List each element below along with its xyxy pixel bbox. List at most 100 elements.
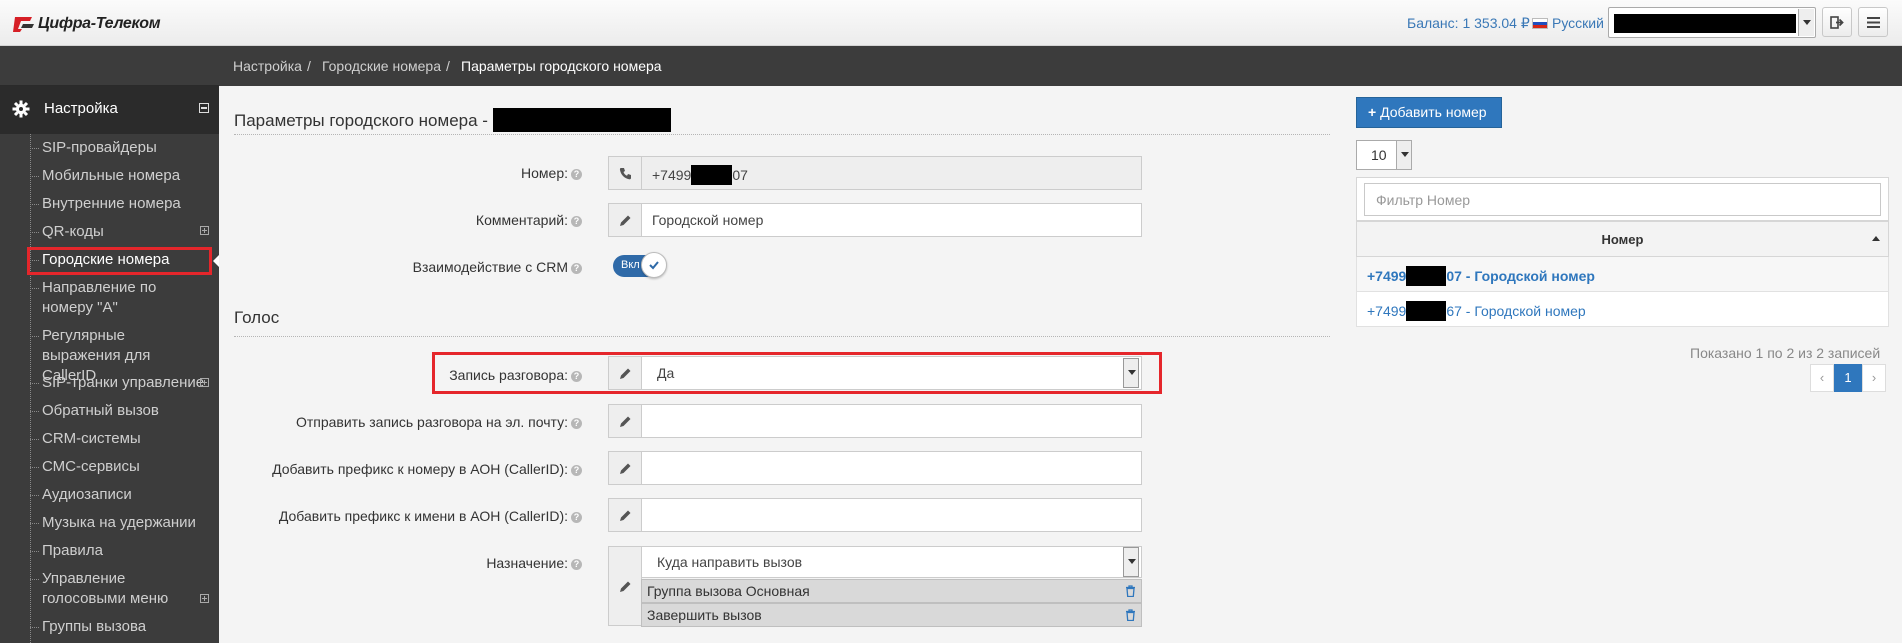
sidebar-item-crm-systems[interactable]: CRM-системы (30, 429, 207, 449)
page-size-select[interactable]: 10 (1356, 140, 1412, 170)
highlight-box (27, 247, 212, 275)
destination-item: Группа вызова Основная (641, 579, 1142, 603)
redacted-number (492, 108, 671, 132)
hamburger-icon (1867, 17, 1880, 28)
sidebar-top (0, 46, 219, 86)
pagination-next[interactable]: › (1862, 364, 1886, 392)
chevron-down-icon[interactable] (1123, 547, 1139, 577)
sidebar-item-routing-by-a[interactable]: Направление по номеру "А" (30, 278, 207, 318)
breadcrumb-separator: / (446, 58, 450, 74)
breadcrumb-settings[interactable]: Настройка (233, 58, 302, 74)
edit-addon (608, 546, 642, 626)
pencil-icon (620, 416, 631, 427)
logo-mark-icon (13, 17, 34, 32)
gear-icon (12, 100, 30, 118)
pagination-prev[interactable]: ‹ (1810, 364, 1834, 392)
destination-label: Назначение:? (486, 555, 582, 571)
help-icon: ? (571, 465, 582, 476)
breadcrumb-city-numbers[interactable]: Городские номера (322, 58, 441, 74)
menu-button[interactable] (1858, 7, 1888, 37)
breadcrumb-current: Параметры городского номера (461, 58, 662, 74)
sidebar-section-settings[interactable]: Настройка (0, 86, 219, 134)
redacted-digits (1406, 301, 1447, 321)
collapse-icon[interactable] (199, 103, 209, 113)
filter-container: Фильтр Номер (1356, 177, 1889, 221)
divider (234, 134, 1330, 135)
prefix-name-field[interactable] (641, 498, 1142, 532)
table-info: Показано 1 по 2 из 2 записей (1690, 345, 1881, 361)
prefix-number-label: Добавить префикс к номеру в АОН (CallerI… (272, 461, 582, 477)
email-label: Отправить запись разговора на эл. почту:… (296, 414, 582, 430)
russia-flag-icon (1532, 17, 1548, 29)
sidebar-item-audio[interactable]: Аудиозаписи (30, 485, 207, 505)
account-select[interactable] (1608, 7, 1816, 38)
sidebar-item-internal-numbers[interactable]: Внутренние номера (30, 194, 207, 214)
sidebar-item-callback[interactable]: Обратный вызов (30, 401, 207, 421)
prefix-number-field[interactable] (641, 451, 1142, 485)
language-selector[interactable]: Русский (1532, 15, 1604, 31)
help-icon: ? (571, 418, 582, 429)
sidebar-item-sip-trunks[interactable]: SIP-транки управление (30, 373, 207, 393)
destination-item: Завершить вызов (641, 603, 1142, 627)
trash-icon[interactable] (1125, 609, 1136, 621)
help-icon: ? (571, 216, 582, 227)
crm-label: Взаимодействие с CRM? (413, 259, 582, 275)
edit-addon (608, 451, 642, 485)
sidebar-item-qr-codes[interactable]: QR-коды (30, 222, 207, 242)
logo-text: Цифра-Телеком (38, 15, 161, 32)
expand-icon[interactable] (200, 226, 209, 235)
add-number-button[interactable]: + Добавить номер (1356, 97, 1502, 128)
edit-addon (608, 404, 642, 438)
sidebar-item-sip-providers[interactable]: SIP-провайдеры (30, 138, 207, 158)
sidebar-item-mobile-numbers[interactable]: Мобильные номера (30, 166, 207, 186)
prefix-name-label: Добавить префикс к имени в АОН (CallerID… (279, 508, 582, 524)
filter-input[interactable]: Фильтр Номер (1364, 183, 1881, 216)
logo[interactable]: Цифра-Телеком (13, 15, 161, 33)
pencil-icon (620, 463, 631, 474)
edit-addon (608, 203, 642, 237)
pencil-icon (620, 215, 631, 226)
sidebar-item-hold-music[interactable]: Музыка на удержании (30, 513, 207, 533)
divider (234, 336, 1330, 337)
sidebar-item-rules[interactable]: Правила (30, 541, 207, 561)
pencil-icon (620, 510, 631, 521)
email-field[interactable] (641, 404, 1142, 438)
comment-label: Комментарий:? (476, 212, 582, 228)
help-icon: ? (571, 512, 582, 523)
number-label: Номер:? (521, 165, 582, 181)
chevron-down-icon (1798, 9, 1814, 36)
expand-icon[interactable] (200, 378, 209, 387)
help-icon: ? (571, 169, 582, 180)
help-icon: ? (571, 263, 582, 274)
expand-icon[interactable] (200, 594, 209, 603)
breadcrumb: Настройка / Городские номера / Параметры… (219, 46, 1902, 86)
destination-select[interactable]: Куда направить вызов (641, 546, 1142, 578)
page-title: Параметры городского номера - (234, 108, 671, 132)
highlight-box (432, 352, 1162, 394)
comment-field[interactable]: Городской номер (641, 203, 1142, 237)
sidebar-item-call-groups[interactable]: Группы вызова (30, 617, 207, 637)
trash-icon[interactable] (1125, 585, 1136, 597)
sort-asc-icon (1872, 236, 1880, 241)
breadcrumb-separator: / (307, 58, 311, 74)
phone-addon (608, 156, 642, 190)
table-header[interactable]: Номер (1356, 221, 1889, 257)
balance-link[interactable]: Баланс: 1 353.04 ₽ (1407, 15, 1530, 32)
tree-line (30, 134, 31, 643)
logout-button[interactable] (1822, 7, 1852, 37)
redacted-digits (691, 165, 733, 185)
sidebar-item-sms-services[interactable]: СМС-сервисы (30, 457, 207, 477)
pagination-page-1[interactable]: 1 (1834, 364, 1862, 392)
number-field[interactable]: +7499 07 (641, 156, 1142, 190)
top-bar: Цифра-Телеком Баланс: 1 353.04 ₽ Русский (0, 0, 1902, 46)
sidebar-section-label: Настройка (44, 100, 118, 117)
table-row[interactable]: +7499 67 - Городской номер (1356, 292, 1889, 327)
sidebar-item-voice-menu[interactable]: Управление голосовыми меню (30, 569, 207, 609)
table-row[interactable]: +7499 07 - Городской номер (1356, 257, 1889, 292)
pencil-icon (620, 581, 631, 592)
crm-toggle[interactable]: Вкл (613, 252, 667, 278)
language-label: Русский (1552, 15, 1604, 31)
help-icon: ? (571, 559, 582, 570)
redacted-digits (1406, 266, 1447, 286)
edit-addon (608, 498, 642, 532)
